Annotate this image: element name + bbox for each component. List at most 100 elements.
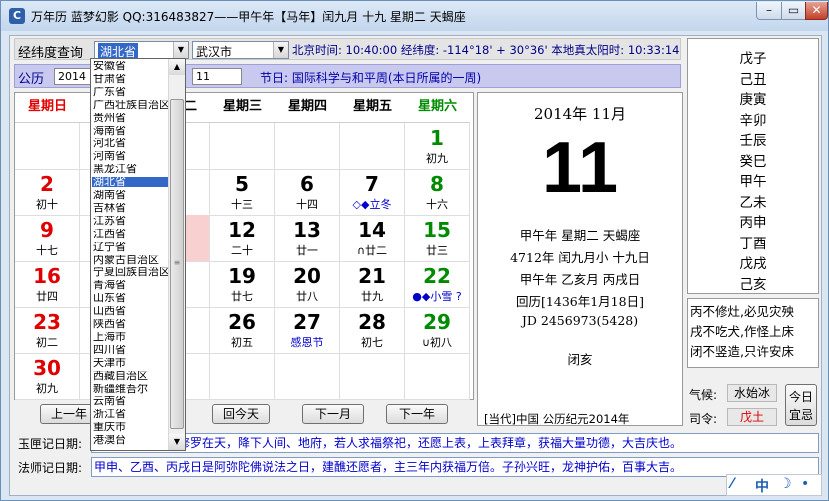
dropdown-scrollbar[interactable]: ▲ ≡ ▼ (168, 59, 185, 450)
calendar-day-cell[interactable] (210, 353, 275, 400)
scroll-up-icon[interactable]: ▲ (169, 59, 185, 75)
calendar-day-cell[interactable]: 14 ∩廿二 (340, 215, 405, 262)
month-input[interactable]: 11 (192, 68, 242, 85)
fashi-text[interactable]: 甲申、乙酉、丙戌日是阿弥陀佛说法之日，建醮还愿者，主三年内获福万倍。子孙兴旺，龙… (91, 457, 819, 477)
province-option[interactable]: 黑龙江省 (92, 164, 168, 174)
calendar-day-cell[interactable]: 28 初七 (340, 307, 405, 354)
ime-logo-icon[interactable]: ⁄ (731, 476, 733, 492)
city-select[interactable]: 武汉市 ▼ (192, 41, 289, 59)
province-option[interactable]: 青海省 (92, 280, 168, 290)
calendar-day-cell[interactable]: 20 廿八 (275, 261, 340, 308)
calendar-day-cell[interactable]: 21 廿九 (340, 261, 405, 308)
maximize-button[interactable]: ▭ (781, 2, 806, 20)
province-option[interactable]: 河北省 (92, 138, 168, 148)
province-option[interactable]: 江西省 (92, 229, 168, 239)
lunar-day: ●◆小雪 ? (412, 290, 462, 303)
calendar-day-cell[interactable]: 1 初九 (405, 123, 470, 170)
day-number: 21 (358, 264, 386, 288)
calendar-day-cell[interactable] (275, 353, 340, 400)
province-option[interactable]: 辽宁省 (92, 242, 168, 252)
province-option[interactable]: 四川省 (92, 345, 168, 355)
province-option[interactable]: 上海市 (92, 332, 168, 342)
province-option[interactable]: 宁夏回族自治区 (92, 267, 168, 277)
calendar-day-cell[interactable]: 16 廿四 (15, 261, 80, 308)
province-option[interactable]: 新疆维吾尔 (92, 384, 168, 394)
calendar-day-cell[interactable]: 9 十七 (15, 215, 80, 262)
calendar-day-cell[interactable]: 27 感恩节 (275, 307, 340, 354)
calendar-day-cell[interactable]: 8 十六 (405, 169, 470, 216)
province-option[interactable]: 湖北省 (92, 177, 168, 188)
calendar-day-cell[interactable]: 29 ∪初八 (405, 307, 470, 354)
ime-language[interactable]: 中 (755, 476, 769, 496)
province-option[interactable]: 广东省 (92, 87, 168, 97)
calendar-day-cell[interactable]: 5 十三 (210, 169, 275, 216)
yuxia-text[interactable]: 丙寅、丁亥日阿修罗在天，降下人间、地府，若人求福祭祀，还愿上表，上表拜章，获福大… (91, 433, 819, 453)
close-button[interactable]: ✕ (805, 2, 828, 20)
province-option[interactable]: 河南省 (92, 151, 168, 161)
province-option[interactable]: 江苏省 (92, 216, 168, 226)
calendar-grid: 星期日星期一星期二星期三星期四星期五星期六1初九2初十5十三6十四7◇◆立冬8十… (14, 92, 474, 400)
calendar-nav: 上一年 回今天 下一月 下一年 (14, 404, 474, 426)
detail-line-6: 闭亥 (567, 352, 593, 367)
province-option[interactable]: 吉林省 (92, 203, 168, 213)
next-year-button[interactable]: 下一年 (386, 404, 448, 424)
calendar-day-cell[interactable] (15, 123, 80, 170)
province-option[interactable]: 内蒙古自治区 (92, 255, 168, 265)
province-option[interactable]: 云南省 (92, 396, 168, 406)
province-option[interactable]: 广西壮族自治区 (92, 100, 168, 110)
province-option[interactable]: 浙江省 (92, 409, 168, 419)
calendar-day-cell[interactable]: 19 廿七 (210, 261, 275, 308)
calendar-day-cell[interactable] (210, 123, 275, 170)
qihou-value: 水始冰 (727, 384, 777, 402)
province-option[interactable]: 甘肃省 (92, 74, 168, 84)
lunar-day: 十四 (296, 198, 318, 211)
calendar-day-cell[interactable]: 7 ◇◆立冬 (340, 169, 405, 216)
scroll-thumb[interactable]: ≡ (170, 99, 184, 429)
calendar-day-cell[interactable]: 15 廿三 (405, 215, 470, 262)
siling-label: 司令: (689, 412, 718, 426)
calendar-day-cell[interactable]: 30 初九 (15, 353, 80, 400)
lunar-day: 二十 (231, 244, 253, 257)
province-option[interactable]: 山西省 (92, 306, 168, 316)
calendar-day-cell[interactable]: 12 二十 (210, 215, 275, 262)
moon-icon[interactable]: ☽ (779, 476, 792, 492)
calendar-day-cell[interactable]: 23 初二 (15, 307, 80, 354)
calendar-day-cell[interactable]: 2 初十 (15, 169, 80, 216)
province-select[interactable]: 湖北省 ▼ (94, 41, 189, 60)
chevron-down-icon[interactable]: ▼ (273, 42, 288, 58)
ime-toolbar[interactable]: ⁄ 中 ☽ • (726, 474, 822, 496)
calendar-day-cell[interactable] (275, 123, 340, 170)
today-yiji-button[interactable]: 今日宜忌 (785, 384, 817, 426)
chevron-down-icon[interactable]: ▼ (173, 42, 188, 58)
province-option[interactable]: 海南省 (92, 126, 168, 136)
calendar-day-cell[interactable]: 6 十四 (275, 169, 340, 216)
day-number: 19 (228, 264, 256, 288)
province-option[interactable]: 安徽省 (92, 61, 168, 71)
minimize-button[interactable]: – (756, 2, 782, 20)
calendar-day-cell[interactable] (340, 123, 405, 170)
province-option[interactable]: 重庆市 (92, 422, 168, 432)
weekday-header: 星期四 (275, 93, 340, 123)
calendar-day-cell[interactable]: 13 廿一 (275, 215, 340, 262)
province-dropdown-list[interactable]: 港澳台 重庆市 浙江省 云南省 新疆维吾尔 西藏自治区 天津市 四川省 上海市 陕西省 山西省 山东省… (90, 58, 186, 451)
calendar-day-cell[interactable] (405, 353, 470, 400)
province-option[interactable]: 湖南省 (92, 190, 168, 200)
punctuation-icon[interactable]: • (801, 476, 809, 492)
province-option[interactable]: 天津市 (92, 358, 168, 368)
calendar-day-cell[interactable] (340, 353, 405, 400)
lunar-day: 初十 (36, 198, 58, 211)
calendar-day-cell[interactable]: 22 ●◆小雪 ? (405, 261, 470, 308)
advice-line: 闭不竖造,只许安床 (690, 344, 794, 359)
province-option[interactable]: 贵州省 (92, 113, 168, 123)
next-month-button[interactable]: 下一月 (302, 404, 364, 424)
scroll-down-icon[interactable]: ▼ (169, 434, 185, 450)
province-option[interactable]: 陕西省 (92, 319, 168, 329)
today-button[interactable]: 回今天 (212, 404, 270, 424)
ganzhi-item: 己亥 (739, 276, 767, 293)
province-option[interactable]: 港澳台 (92, 435, 168, 445)
calendar-day-cell[interactable]: 26 初五 (210, 307, 275, 354)
province-option[interactable]: 西藏自治区 (92, 371, 168, 381)
title-bar[interactable]: C 万年历 蓝梦幻影 QQ:316483827——甲午年【马年】闰九月 十九 星… (1, 1, 828, 31)
province-option[interactable]: 山东省 (92, 293, 168, 303)
day-number: 6 (300, 172, 314, 196)
